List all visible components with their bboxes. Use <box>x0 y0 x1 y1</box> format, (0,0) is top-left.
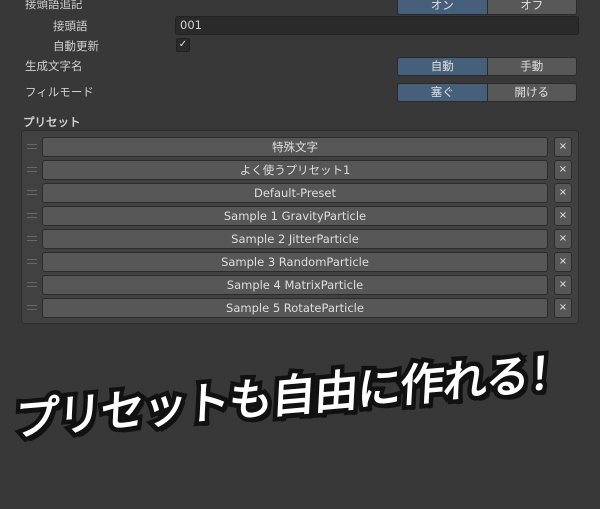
preset-button[interactable]: よく使うプリセット1 <box>42 160 548 180</box>
preset-button[interactable]: Sample 2 JitterParticle <box>42 229 548 249</box>
delete-button[interactable]: × <box>554 206 572 226</box>
fill-mode-label: フィルモード <box>25 85 94 99</box>
prefix-label: 接頭語 <box>53 19 88 33</box>
list-item: Sample 5 RotateParticle × <box>22 298 578 318</box>
fill-mode-open-button[interactable]: 開ける <box>487 84 576 101</box>
preset-button[interactable]: Default-Preset <box>42 183 548 203</box>
delete-button[interactable]: × <box>554 160 572 180</box>
drag-handle-icon[interactable] <box>27 144 37 149</box>
list-item: Sample 1 GravityParticle × <box>22 206 578 226</box>
list-item: Sample 2 JitterParticle × <box>22 229 578 249</box>
generated-name-label: 生成文字名 <box>25 59 83 73</box>
preset-button[interactable]: Sample 1 GravityParticle <box>42 206 548 226</box>
generated-name-auto-button[interactable]: 自動 <box>398 58 488 75</box>
auto-update-checkbox[interactable]: ✓ <box>176 38 190 52</box>
drag-handle-icon[interactable] <box>27 259 37 264</box>
drag-handle-icon[interactable] <box>27 190 37 195</box>
delete-button[interactable]: × <box>554 252 572 272</box>
preset-button[interactable]: Sample 5 RotateParticle <box>42 298 548 318</box>
fill-mode-close-button[interactable]: 塞ぐ <box>398 84 488 101</box>
list-item: Sample 3 RandomParticle × <box>22 252 578 272</box>
promo-banner-text: プリセットも自由に作れる！ <box>9 342 578 451</box>
prefix-append-label: 接頭語追記 <box>25 0 83 11</box>
drag-handle-icon[interactable] <box>27 213 37 218</box>
preset-button[interactable]: Sample 4 MatrixParticle <box>42 275 548 295</box>
fill-mode-toggle: 塞ぐ 開ける <box>397 83 577 102</box>
delete-button[interactable]: × <box>554 275 572 295</box>
presets-title: プリセット <box>23 115 81 129</box>
drag-handle-icon[interactable] <box>27 236 37 241</box>
delete-button[interactable]: × <box>554 298 572 318</box>
generated-name-manual-button[interactable]: 手動 <box>487 58 576 75</box>
prefix-append-on-button[interactable]: オン <box>398 0 488 14</box>
prefix-append-off-button[interactable]: オフ <box>487 0 576 14</box>
prefix-input[interactable]: 001 <box>175 16 579 35</box>
delete-button[interactable]: × <box>554 229 572 249</box>
generated-name-toggle: 自動 手動 <box>397 57 577 76</box>
preset-button[interactable]: 特殊文字 <box>42 137 548 157</box>
delete-button[interactable]: × <box>554 183 572 203</box>
list-item: Sample 4 MatrixParticle × <box>22 275 578 295</box>
preset-button[interactable]: Sample 3 RandomParticle <box>42 252 548 272</box>
list-item: よく使うプリセット1 × <box>22 160 578 180</box>
list-item: 特殊文字 × <box>22 137 578 157</box>
preset-list: 特殊文字 × よく使うプリセット1 × Default-Preset × Sample… <box>21 130 579 324</box>
prefix-append-toggle: オン オフ <box>397 0 577 15</box>
auto-update-label: 自動更新 <box>53 39 99 53</box>
drag-handle-icon[interactable] <box>27 167 37 172</box>
list-item: Default-Preset × <box>22 183 578 203</box>
delete-button[interactable]: × <box>554 137 572 157</box>
drag-handle-icon[interactable] <box>27 282 37 287</box>
drag-handle-icon[interactable] <box>27 305 37 310</box>
